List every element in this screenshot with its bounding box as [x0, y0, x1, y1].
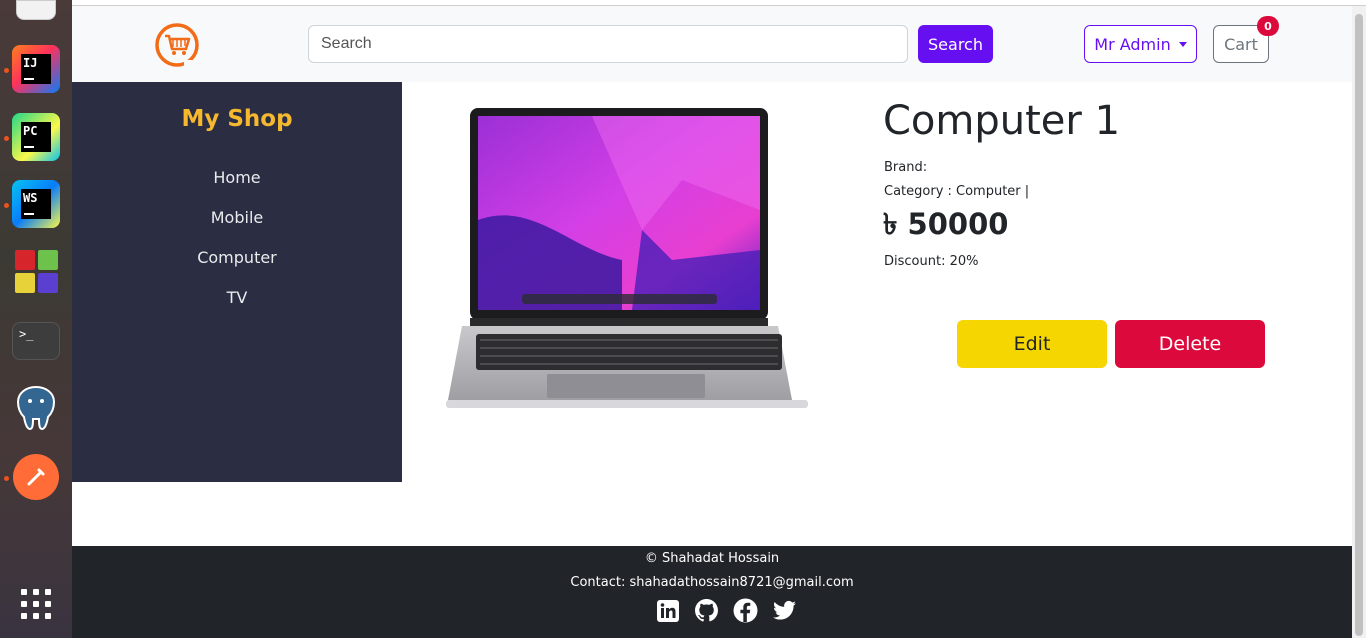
user-menu-label: Mr Admin [1094, 34, 1171, 54]
intellij-icon-label: IJ [21, 54, 51, 84]
product-brand: Brand: [884, 160, 928, 175]
sidebar: My Shop Home Mobile Computer TV [72, 82, 402, 482]
show-applications-icon[interactable] [12, 580, 60, 628]
files-app-icon[interactable] [16, 0, 56, 20]
running-indicator [4, 203, 9, 208]
sidebar-item-computer[interactable]: Computer [72, 248, 402, 267]
product-category: Category : Computer | [884, 184, 1030, 199]
shop-title: My Shop [181, 106, 293, 132]
search-input[interactable] [308, 25, 908, 63]
cart-count-badge: 0 [1257, 16, 1279, 36]
product-name: Computer 1 [883, 98, 1121, 144]
facebook-icon[interactable] [733, 598, 758, 623]
office-suite-icon[interactable] [12, 247, 60, 295]
tile-yellow [14, 272, 35, 293]
delete-button[interactable]: Delete [1115, 320, 1265, 368]
pycharm-icon[interactable]: PC [12, 113, 60, 161]
postgresql-icon[interactable] [12, 384, 60, 432]
tile-red [14, 249, 35, 270]
tile-purple [37, 272, 58, 293]
shop-cart-logo-icon[interactable] [154, 22, 200, 68]
scrollbar-thumb[interactable] [1355, 14, 1363, 636]
terminal-icon[interactable]: >_ [12, 322, 60, 360]
product-image [446, 108, 808, 408]
product-discount: Discount: 20% [884, 254, 979, 269]
github-icon[interactable] [694, 598, 719, 623]
intellij-idea-icon[interactable]: IJ [12, 45, 60, 93]
ubuntu-dock: IJ PC WS >_ [0, 0, 72, 638]
twitter-icon[interactable] [772, 598, 797, 623]
webstorm-icon[interactable]: WS [12, 180, 60, 228]
pycharm-icon-label: PC [21, 122, 51, 152]
sidebar-item-tv[interactable]: TV [72, 288, 402, 307]
running-indicator [4, 136, 9, 141]
sidebar-item-home[interactable]: Home [72, 168, 402, 187]
running-indicator [4, 68, 9, 73]
social-links [655, 598, 797, 623]
webstorm-icon-label: WS [21, 189, 51, 219]
browser-page: Search Mr Admin Cart 0 My Shop Home Mobi… [72, 0, 1366, 638]
postman-icon[interactable] [13, 454, 59, 500]
footer-copyright: © Shahadat Hossain [644, 551, 780, 566]
linkedin-icon[interactable] [655, 598, 680, 623]
running-indicator [4, 476, 9, 481]
user-menu-dropdown[interactable]: Mr Admin [1084, 25, 1197, 63]
footer: © Shahadat Hossain Contact: shahadathoss… [72, 546, 1352, 638]
tile-green [37, 249, 58, 270]
navbar: Search Mr Admin Cart 0 [72, 6, 1352, 82]
page-scrollbar[interactable] [1352, 6, 1366, 638]
search-button[interactable]: Search [918, 25, 993, 63]
product-price: ৳ 50000 [883, 207, 1009, 241]
edit-button[interactable]: Edit [957, 320, 1107, 368]
chevron-down-icon [1178, 41, 1187, 47]
footer-contact: Contact: shahadathossain8721@gmail.com [570, 575, 854, 590]
sidebar-item-mobile[interactable]: Mobile [72, 208, 402, 227]
